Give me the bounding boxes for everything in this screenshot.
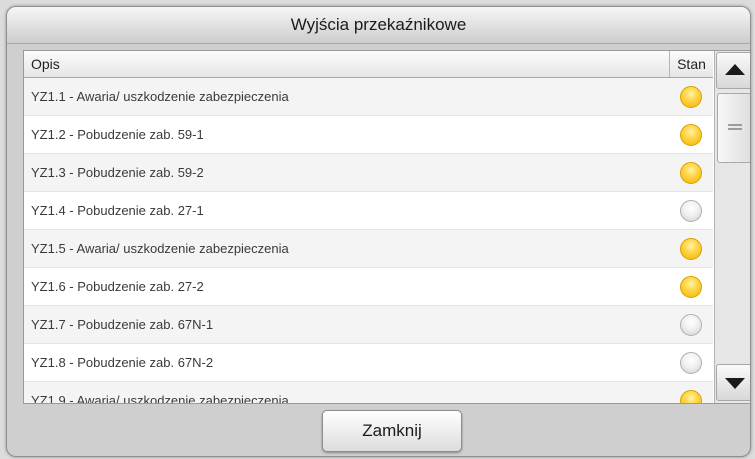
relay-outputs-dialog: Wyjścia przekaźnikowe Opis Stan YZ1.1 - … [6, 6, 751, 457]
relay-output-label: YZ1.5 - Awaria/ uszkodzenie zabezpieczen… [31, 241, 289, 256]
arrow-up-icon [725, 64, 745, 75]
arrow-down-icon [725, 378, 745, 389]
relay-output-label: YZ1.4 - Pobudzenie zab. 27-1 [31, 203, 204, 218]
table-row[interactable]: YZ1.7 - Pobudzenie zab. 67N-1 [24, 306, 713, 344]
status-led-off-icon [680, 200, 702, 222]
table-row[interactable]: YZ1.1 - Awaria/ uszkodzenie zabezpieczen… [24, 78, 713, 116]
table-row[interactable]: YZ1.3 - Pobudzenie zab. 59-2 [24, 154, 713, 192]
dialog-title: Wyjścia przekaźnikowe [7, 7, 750, 44]
relay-output-label: YZ1.6 - Pobudzenie zab. 27-2 [31, 279, 204, 294]
grip-icon [728, 124, 742, 130]
relay-outputs-list: Opis Stan YZ1.1 - Awaria/ uszkodzenie za… [23, 50, 750, 404]
relay-output-label: YZ1.1 - Awaria/ uszkodzenie zabezpieczen… [31, 89, 289, 104]
status-led-on-icon [680, 162, 702, 184]
relay-output-label: YZ1.8 - Pobudzenie zab. 67N-2 [31, 355, 214, 370]
relay-output-label: YZ1.7 - Pobudzenie zab. 67N-1 [31, 317, 214, 332]
relay-output-label: YZ1.2 - Pobudzenie zab. 59-1 [31, 127, 204, 142]
status-led-on-icon [680, 86, 702, 108]
status-led-on-icon [680, 390, 702, 403]
close-button[interactable]: Zamknij [322, 410, 462, 452]
scroll-down-button[interactable] [716, 364, 750, 401]
table-row[interactable]: YZ1.8 - Pobudzenie zab. 67N-2 [24, 344, 713, 382]
column-header-description[interactable]: Opis [24, 51, 670, 77]
status-led-on-icon [680, 238, 702, 260]
table-row[interactable]: YZ1.9 - Awaria/ uszkodzenie zabezpieczen… [24, 382, 713, 403]
status-led-off-icon [680, 352, 702, 374]
column-header-state[interactable]: Stan [670, 51, 713, 77]
relay-output-label: YZ1.9 - Awaria/ uszkodzenie zabezpieczen… [31, 393, 289, 403]
status-led-on-icon [680, 124, 702, 146]
dialog-footer: Zamknij [7, 404, 750, 456]
table-row[interactable]: YZ1.5 - Awaria/ uszkodzenie zabezpieczen… [24, 230, 713, 268]
scroll-up-button[interactable] [716, 52, 750, 89]
table-row[interactable]: YZ1.2 - Pobudzenie zab. 59-1 [24, 116, 713, 154]
table-body: YZ1.1 - Awaria/ uszkodzenie zabezpieczen… [24, 78, 713, 403]
status-led-off-icon [680, 314, 702, 336]
vertical-scrollbar[interactable] [714, 51, 750, 403]
relay-outputs-table: Opis Stan YZ1.1 - Awaria/ uszkodzenie za… [24, 51, 713, 403]
table-row[interactable]: YZ1.6 - Pobudzenie zab. 27-2 [24, 268, 713, 306]
scrollbar-thumb[interactable] [717, 93, 750, 163]
status-led-on-icon [680, 276, 702, 298]
table-header: Opis Stan [24, 51, 713, 78]
relay-output-label: YZ1.3 - Pobudzenie zab. 59-2 [31, 165, 204, 180]
table-row[interactable]: YZ1.4 - Pobudzenie zab. 27-1 [24, 192, 713, 230]
